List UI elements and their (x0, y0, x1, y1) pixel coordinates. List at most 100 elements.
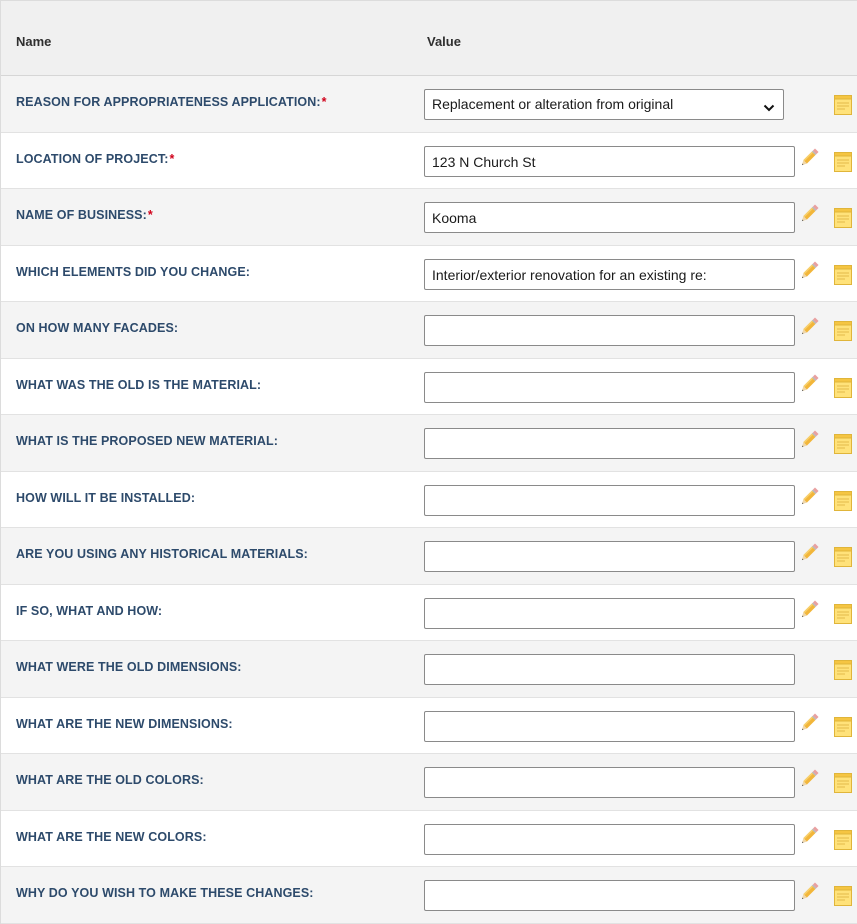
field-label-text: WHICH ELEMENTS DID YOU CHANGE: (16, 264, 251, 279)
sticky-note-icon[interactable] (834, 434, 852, 454)
field-label: WHY DO YOU WISH TO MAKE THESE CHANGES: (16, 886, 314, 900)
field-label-text: IF SO, WHAT AND HOW: (16, 603, 163, 618)
value-column-header: Value (427, 34, 461, 49)
field-label: WHAT IS THE PROPOSED NEW MATERIAL: (16, 434, 278, 448)
form-row: REASON FOR APPROPRIATENESS APPLICATION:*… (1, 76, 857, 133)
form-row: ON HOW MANY FACADES: (1, 302, 857, 359)
field-label: NAME OF BUSINESS:* (16, 208, 153, 222)
sticky-note-icon[interactable] (834, 886, 852, 906)
chevron-down-icon[interactable] (763, 100, 775, 112)
value-input[interactable] (424, 880, 795, 911)
field-label: REASON FOR APPROPRIATENESS APPLICATION:* (16, 95, 327, 109)
value-input[interactable] (424, 484, 795, 516)
field-label: WHAT ARE THE NEW DIMENSIONS: (16, 717, 233, 731)
field-value: Kooma (432, 210, 477, 226)
field-label: ON HOW MANY FACADES: (16, 321, 178, 335)
field-label: LOCATION OF PROJECT:* (16, 152, 174, 166)
value-input[interactable] (424, 767, 795, 798)
value-input[interactable] (424, 541, 795, 572)
form-row: IF SO, WHAT AND HOW: (1, 585, 857, 641)
form-row: ARE YOU USING ANY HISTORICAL MATERIALS: (1, 528, 857, 585)
sticky-note-icon[interactable] (834, 208, 852, 228)
field-label-text: WHAT ARE THE NEW COLORS: (16, 829, 207, 844)
pencil-icon[interactable] (797, 880, 821, 904)
sticky-note-icon[interactable] (834, 321, 852, 341)
field-label: WHAT WAS THE OLD IS THE MATERIAL: (16, 378, 261, 392)
pencil-icon[interactable] (797, 202, 821, 226)
required-asterisk: * (147, 208, 153, 222)
field-value: Interior/exterior renovation for an exis… (432, 266, 707, 283)
value-input[interactable]: Kooma (424, 202, 795, 233)
field-label-text: WHAT WAS THE OLD IS THE MATERIAL: (16, 377, 262, 392)
value-input[interactable] (424, 654, 795, 685)
sticky-note-icon[interactable] (834, 490, 852, 511)
pencil-icon[interactable] (797, 428, 821, 452)
field-label: WHICH ELEMENTS DID YOU CHANGE: (16, 265, 250, 279)
pencil-icon[interactable] (797, 541, 821, 565)
form-rows: REASON FOR APPROPRIATENESS APPLICATION:*… (1, 76, 857, 924)
field-label-text: HOW WILL IT BE INSTALLED: (16, 490, 196, 505)
form-row: LOCATION OF PROJECT:* 123 N Church St (1, 133, 857, 189)
pencil-icon[interactable] (797, 711, 821, 735)
value-input[interactable]: 123 N Church St (424, 145, 795, 177)
value-input[interactable] (424, 371, 795, 403)
pencil-icon[interactable] (797, 259, 821, 283)
value-input[interactable] (424, 823, 795, 855)
sticky-note-icon[interactable] (834, 660, 852, 680)
form-row: NAME OF BUSINESS:* Kooma (1, 189, 857, 246)
field-label-text: REASON FOR APPROPRIATENESS APPLICATION: (16, 95, 321, 109)
sticky-note-icon[interactable] (834, 547, 852, 567)
sticky-note-icon[interactable] (834, 264, 852, 285)
sticky-note-icon[interactable] (834, 95, 852, 115)
pencil-icon[interactable] (797, 767, 821, 791)
sticky-note-icon[interactable] (834, 151, 852, 172)
sticky-note-icon[interactable] (834, 603, 852, 624)
field-label: IF SO, WHAT AND HOW: (16, 604, 162, 618)
sticky-note-icon[interactable] (834, 829, 852, 850)
pencil-icon[interactable] (797, 485, 821, 509)
value-input[interactable] (424, 315, 795, 346)
field-label-text: WHAT ARE THE NEW DIMENSIONS: (16, 716, 233, 731)
field-label-text: LOCATION OF PROJECT: (16, 151, 169, 166)
pencil-icon[interactable] (797, 146, 821, 170)
pencil-icon[interactable] (797, 824, 821, 848)
field-label-text: WHAT ARE THE OLD COLORS: (16, 773, 204, 787)
form-grid: Name Value REASON FOR APPROPRIATENESS AP… (0, 0, 857, 924)
field-value: Replacement or alteration from original (432, 96, 674, 112)
form-row: WHAT ARE THE NEW COLORS: (1, 811, 857, 867)
field-label: WHAT WERE THE OLD DIMENSIONS: (16, 660, 242, 674)
grid-header: Name Value (1, 0, 857, 76)
field-label: WHAT ARE THE NEW COLORS: (16, 830, 207, 844)
pencil-icon[interactable] (797, 372, 821, 396)
value-input[interactable] (424, 597, 795, 629)
sticky-note-icon[interactable] (834, 377, 852, 398)
value-input[interactable] (424, 710, 795, 742)
field-label-text: ON HOW MANY FACADES: (16, 321, 179, 335)
field-label-text: WHAT IS THE PROPOSED NEW MATERIAL: (16, 434, 278, 448)
form-row: HOW WILL IT BE INSTALLED: (1, 472, 857, 528)
field-label-text: NAME OF BUSINESS: (16, 208, 147, 222)
form-row: WHAT ARE THE OLD COLORS: (1, 754, 857, 811)
required-asterisk: * (321, 95, 327, 109)
reason-select[interactable]: Replacement or alteration from original (424, 89, 784, 120)
form-row: WHAT ARE THE NEW DIMENSIONS: (1, 698, 857, 754)
name-column-header: Name (16, 34, 52, 49)
sticky-note-icon[interactable] (834, 716, 852, 737)
value-input[interactable]: Interior/exterior renovation for an exis… (424, 258, 795, 290)
form-row: WHY DO YOU WISH TO MAKE THESE CHANGES: (1, 867, 857, 924)
required-asterisk: * (169, 151, 175, 166)
field-label: HOW WILL IT BE INSTALLED: (16, 491, 195, 505)
field-value: 123 N Church St (432, 153, 536, 170)
field-label-text: ARE YOU USING ANY HISTORICAL MATERIALS: (16, 547, 308, 561)
field-label-text: WHY DO YOU WISH TO MAKE THESE CHANGES: (16, 886, 314, 900)
form-row: WHAT IS THE PROPOSED NEW MATERIAL: (1, 415, 857, 472)
pencil-icon[interactable] (797, 315, 821, 339)
field-label: WHAT ARE THE OLD COLORS: (16, 773, 204, 787)
form-row: WHAT WAS THE OLD IS THE MATERIAL: (1, 359, 857, 415)
value-input[interactable] (424, 428, 795, 459)
field-label: ARE YOU USING ANY HISTORICAL MATERIALS: (16, 547, 308, 561)
form-row: WHAT WERE THE OLD DIMENSIONS: (1, 641, 857, 698)
pencil-icon[interactable] (797, 598, 821, 622)
sticky-note-icon[interactable] (834, 773, 852, 793)
field-label-text: WHAT WERE THE OLD DIMENSIONS: (16, 660, 242, 674)
